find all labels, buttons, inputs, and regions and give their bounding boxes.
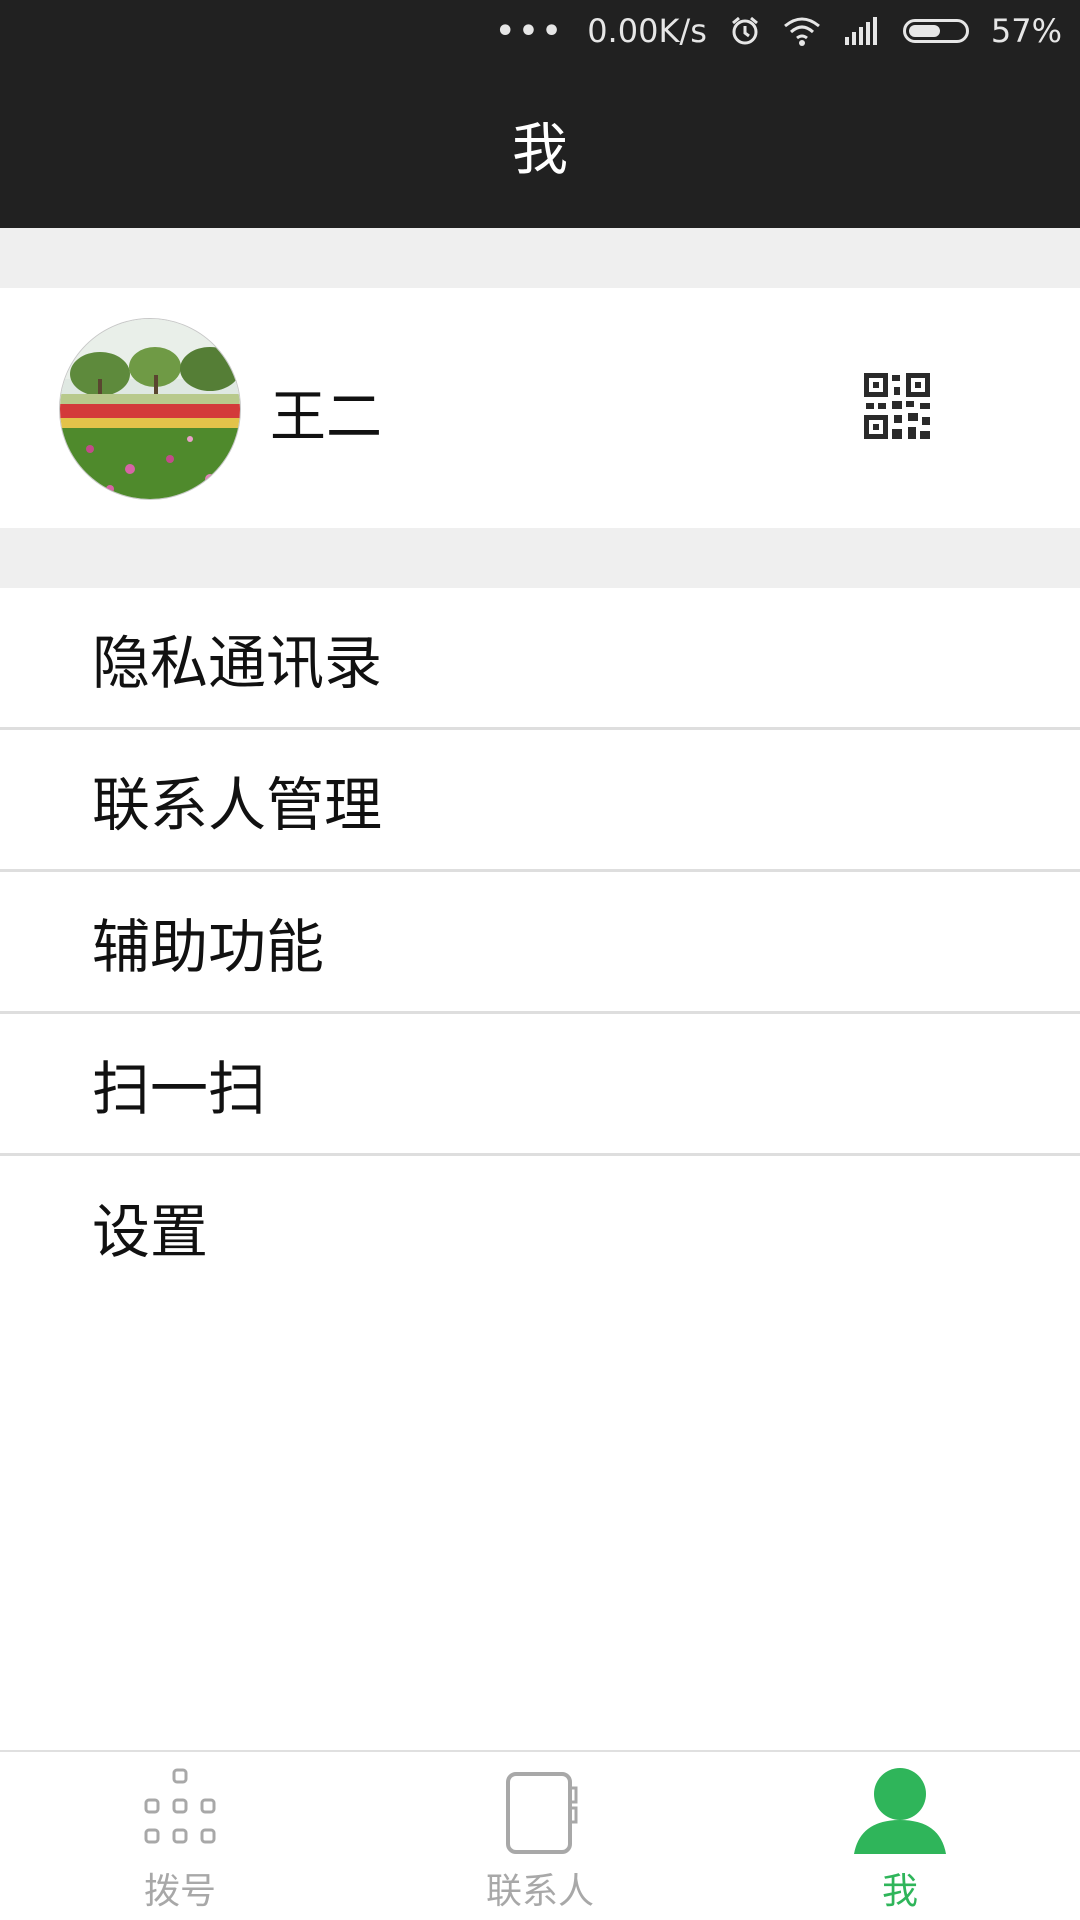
tab-label: 联系人 [485, 1871, 594, 1912]
menu-item-label: 设置 [92, 1198, 209, 1266]
page-title: 我 [512, 117, 568, 183]
qr-code-icon[interactable] [864, 373, 930, 439]
menu-item-scan[interactable]: 扫一扫 [0, 1014, 1080, 1156]
tab-dial[interactable]: 拨号 [0, 1752, 360, 1920]
username: 王二 [270, 385, 382, 450]
tab-label: 拨号 [143, 1871, 216, 1912]
menu-item-accessibility[interactable]: 辅助功能 [0, 872, 1080, 1014]
battery-icon [902, 19, 969, 43]
page-header: 我 [0, 62, 1080, 228]
menu-item-label: 辅助功能 [92, 912, 325, 981]
section-divider [0, 528, 1080, 588]
signal-icon [843, 17, 881, 45]
menu-item-contact-management[interactable]: 联系人管理 [0, 730, 1080, 872]
dialpad-icon [140, 1764, 220, 1854]
contacts-book-icon [500, 1764, 580, 1854]
section-divider [0, 228, 1080, 288]
tab-me[interactable]: 我 [720, 1752, 1080, 1920]
profile-card[interactable]: 王二 [0, 288, 1080, 528]
battery-fill [908, 25, 940, 37]
menu-item-label: 联系人管理 [92, 770, 383, 839]
menu-item-label: 扫一扫 [92, 1054, 267, 1123]
bottom-tab-bar: 拨号 联系人 我 [0, 1750, 1080, 1920]
alarm-icon [729, 15, 761, 47]
menu-list: 隐私通讯录 联系人管理 辅助功能 扫一扫 设置 [0, 588, 1080, 1298]
battery-percent: 57% [990, 12, 1062, 50]
tab-label: 我 [881, 1871, 918, 1912]
menu-item-private-contacts[interactable]: 隐私通讯录 [0, 588, 1080, 730]
network-speed: 0.00K/s [587, 12, 707, 50]
person-icon [854, 1764, 946, 1854]
avatar[interactable] [59, 318, 241, 500]
more-dots: ••• [495, 13, 566, 49]
tab-contacts[interactable]: 联系人 [360, 1752, 720, 1920]
wifi-icon [783, 16, 821, 46]
menu-item-label: 隐私通讯录 [92, 628, 383, 697]
menu-item-settings[interactable]: 设置 [0, 1156, 1080, 1298]
status-bar: ••• 0.00K/s 57% [0, 0, 1080, 62]
